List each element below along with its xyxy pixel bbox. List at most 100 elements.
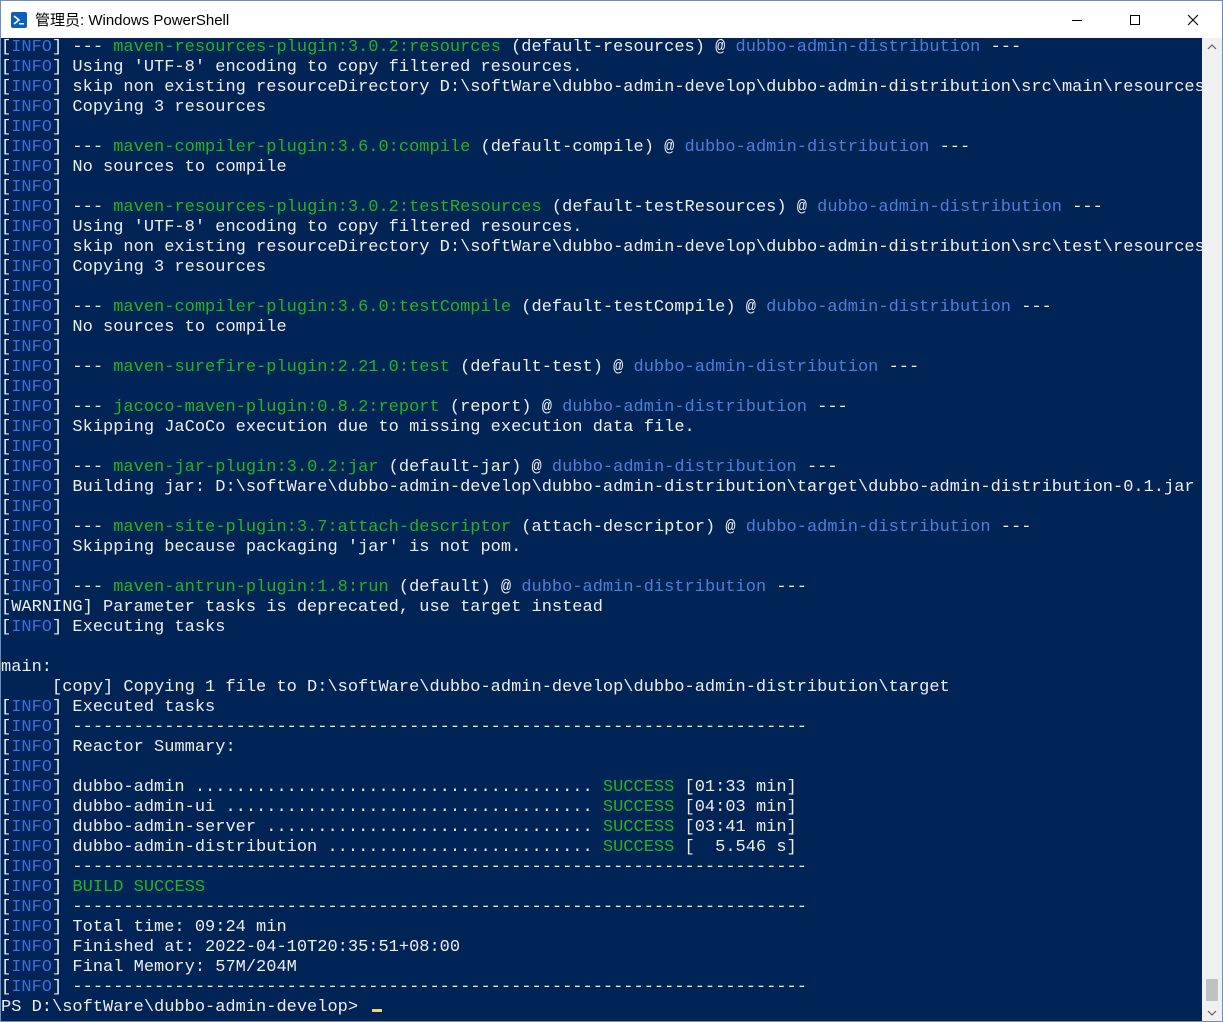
info-tag: INFO bbox=[11, 978, 53, 997]
prompt-line[interactable]: PS D:\softWare\dubbo-admin-develop> bbox=[1, 998, 1202, 1018]
plugin-name: maven-compiler-plugin:3.6.0:compile bbox=[113, 138, 471, 157]
line-text: [ bbox=[1, 58, 12, 77]
console-line: [INFO] skip non existing resourceDirecto… bbox=[1, 78, 1202, 98]
close-button[interactable] bbox=[1164, 1, 1222, 38]
line-text: ] Final Memory: 57M/204M bbox=[52, 958, 297, 977]
line-text: [ bbox=[1, 338, 12, 357]
line-text: [ bbox=[1, 838, 12, 857]
console-line: [INFO] dubbo-admin .....................… bbox=[1, 778, 1202, 798]
line-text: ] bbox=[52, 878, 73, 897]
line-text: [ bbox=[1, 458, 12, 477]
plugin-name: maven-resources-plugin:3.0.2:resources bbox=[113, 38, 501, 57]
console-line: [INFO] dubbo-admin-server ..............… bbox=[1, 818, 1202, 838]
line-text: ] bbox=[52, 438, 63, 457]
plugin-name: maven-resources-plugin:3.0.2:testResourc… bbox=[113, 198, 542, 217]
line-text: ] Reactor Summary: bbox=[52, 738, 236, 757]
plugin-name: maven-antrun-plugin:1.8:run bbox=[113, 578, 389, 597]
line-text: ] dubbo-admin-ui .......................… bbox=[52, 798, 603, 817]
line-text: --- bbox=[878, 358, 920, 377]
line-text: [WARNING] Parameter tasks is deprecated,… bbox=[1, 598, 603, 617]
line-text: ] skip non existing resourceDirectory D:… bbox=[52, 238, 1202, 257]
module-name: dubbo-admin-distribution bbox=[684, 138, 930, 157]
title-bar[interactable]: 管理员: Windows PowerShell bbox=[1, 1, 1222, 38]
console-line: [INFO] ---------------------------------… bbox=[1, 858, 1202, 878]
line-text: [ bbox=[1, 538, 12, 557]
line-text: (report) @ bbox=[439, 398, 563, 417]
console-line: [INFO] --- jacoco-maven-plugin:0.8.2:rep… bbox=[1, 398, 1202, 418]
info-tag: INFO bbox=[11, 58, 53, 77]
line-text: (default-compile) @ bbox=[470, 138, 685, 157]
line-text: [01:33 min] bbox=[674, 778, 797, 797]
line-text: ] dubbo-admin-distribution .............… bbox=[52, 838, 603, 857]
line-text: [ bbox=[1, 158, 12, 177]
line-text: (default-test) @ bbox=[449, 358, 634, 377]
console-line: [INFO] Final Memory: 57M/204M bbox=[1, 958, 1202, 978]
line-text: [ bbox=[1, 858, 12, 877]
line-text: (default) @ bbox=[388, 578, 522, 597]
scrollbar-thumb[interactable] bbox=[1206, 979, 1218, 1001]
line-text: ] --- bbox=[52, 398, 114, 417]
line-text: ] Using 'UTF-8' encoding to copy filtere… bbox=[52, 58, 583, 77]
line-text: [ bbox=[1, 938, 12, 957]
chevron-up-icon bbox=[1207, 43, 1217, 49]
line-text: [ bbox=[1, 958, 12, 977]
info-tag: INFO bbox=[11, 38, 53, 57]
info-tag: INFO bbox=[11, 538, 53, 557]
maximize-button[interactable] bbox=[1106, 1, 1164, 38]
console-line: main: bbox=[1, 658, 1202, 678]
line-text: ] bbox=[52, 278, 63, 297]
line-text: [03:41 min] bbox=[674, 818, 797, 837]
scroll-down-button[interactable] bbox=[1202, 1004, 1222, 1021]
line-text: [ bbox=[1, 298, 12, 317]
module-name: dubbo-admin-distribution bbox=[745, 518, 991, 537]
info-tag: INFO bbox=[11, 118, 53, 137]
vertical-scrollbar[interactable] bbox=[1202, 38, 1222, 1021]
chevron-down-icon bbox=[1207, 1010, 1217, 1016]
line-text: [ bbox=[1, 178, 12, 197]
line-text: ] No sources to compile bbox=[52, 158, 287, 177]
minimize-button[interactable] bbox=[1048, 1, 1106, 38]
line-text: [ bbox=[1, 778, 12, 797]
console-line: [INFO] --- maven-surefire-plugin:2.21.0:… bbox=[1, 358, 1202, 378]
scroll-up-button[interactable] bbox=[1202, 38, 1222, 55]
line-text: ] --- bbox=[52, 38, 114, 57]
line-text: ] bbox=[52, 178, 63, 197]
console-line: [INFO] Reactor Summary: bbox=[1, 738, 1202, 758]
line-text: [ bbox=[1, 78, 12, 97]
console-line: [INFO] bbox=[1, 338, 1202, 358]
info-tag: INFO bbox=[11, 478, 53, 497]
window-title: 管理员: Windows PowerShell bbox=[35, 12, 230, 29]
line-text: [ bbox=[1, 578, 12, 597]
console-line: [INFO] --- maven-jar-plugin:3.0.2:jar (d… bbox=[1, 458, 1202, 478]
line-text: ] --- bbox=[52, 458, 114, 477]
text-cursor bbox=[372, 1009, 383, 1012]
console-line: [INFO] --- maven-site-plugin:3.7:attach-… bbox=[1, 518, 1202, 538]
line-text: [ bbox=[1, 518, 12, 537]
console-output[interactable]: [INFO] --- maven-resources-plugin:3.0.2:… bbox=[1, 38, 1202, 1021]
module-name: dubbo-admin-distribution bbox=[562, 398, 807, 417]
console-line: [INFO] Building jar: D:\softWare\dubbo-a… bbox=[1, 478, 1202, 498]
line-text: [ bbox=[1, 118, 12, 137]
line-text: ] No sources to compile bbox=[52, 318, 287, 337]
line-text: ] --- bbox=[52, 198, 114, 217]
build-status: BUILD SUCCESS bbox=[72, 878, 206, 897]
console-line: [INFO] dubbo-admin-ui ..................… bbox=[1, 798, 1202, 818]
success-status: SUCCESS bbox=[602, 798, 675, 817]
info-tag: INFO bbox=[11, 338, 53, 357]
line-text: ] bbox=[52, 378, 63, 397]
console-line: [INFO] Finished at: 2022-04-10T20:35:51+… bbox=[1, 938, 1202, 958]
line-text: [ bbox=[1, 238, 12, 257]
line-text: [ bbox=[1, 218, 12, 237]
console-line: [INFO] --- maven-resources-plugin:3.0.2:… bbox=[1, 38, 1202, 58]
line-text: [ bbox=[1, 918, 12, 937]
line-text: [ bbox=[1, 798, 12, 817]
line-text: ] --- bbox=[52, 358, 114, 377]
line-text: [ bbox=[1, 878, 12, 897]
line-text: [ 5.546 s] bbox=[674, 838, 797, 857]
console-line: [INFO] No sources to compile bbox=[1, 318, 1202, 338]
console-line: [INFO] Copying 3 resources bbox=[1, 98, 1202, 118]
minimize-icon bbox=[1072, 19, 1082, 21]
module-name: dubbo-admin-distribution bbox=[766, 298, 1011, 317]
info-tag: INFO bbox=[11, 358, 53, 377]
